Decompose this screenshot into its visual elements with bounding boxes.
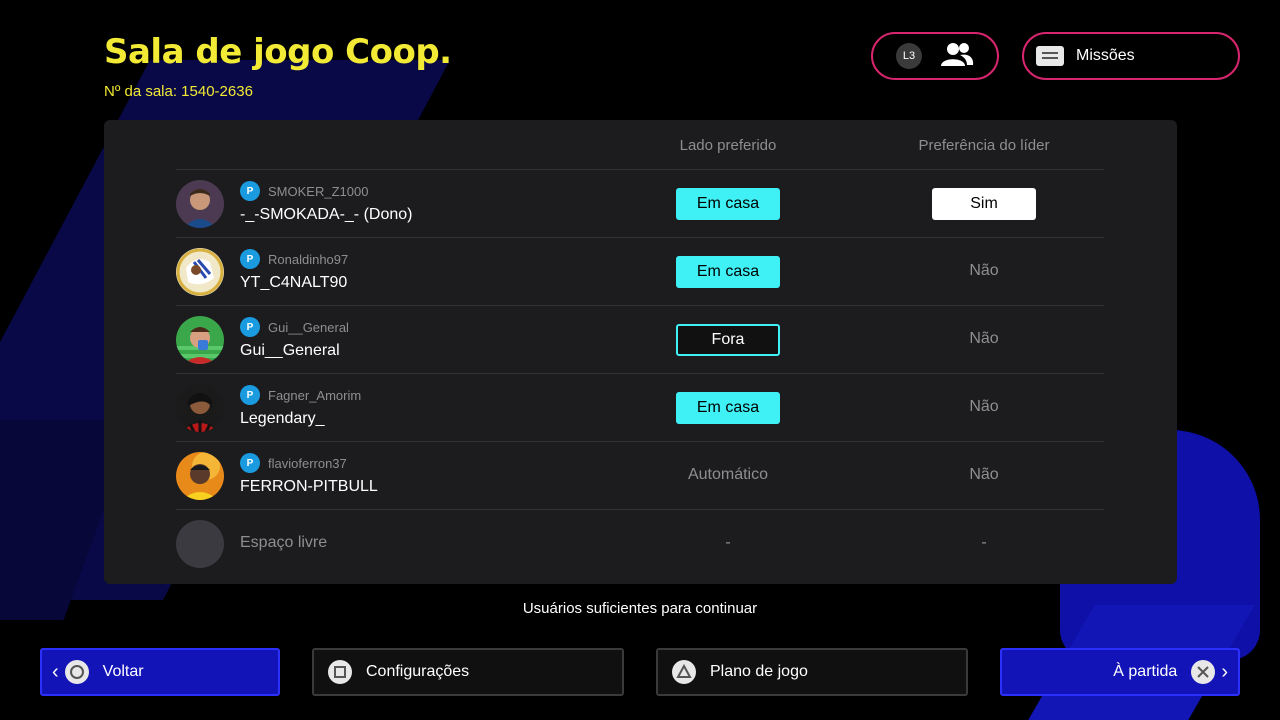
preferred-side-badge: Em casa bbox=[676, 188, 780, 220]
to-match-label: À partida bbox=[1113, 663, 1178, 680]
leader-preference-text: Não bbox=[969, 398, 999, 415]
playstation-icon: P bbox=[240, 453, 260, 473]
friends-icon bbox=[940, 41, 974, 72]
leader-preference-badge: Sim bbox=[932, 188, 1036, 220]
chevron-left-icon: ‹ bbox=[52, 660, 59, 683]
leader-preference-text: Não bbox=[969, 262, 999, 279]
avatar bbox=[176, 384, 224, 432]
column-header-leader: Preferência do líder bbox=[918, 137, 1050, 154]
player-row[interactable]: P Fagner_Amorim Legendary_ Em casa Não bbox=[176, 374, 1104, 442]
player-row[interactable]: P SMOKER_Z1000 -_-SMOKADA-_- (Dono) Em c… bbox=[176, 170, 1104, 238]
room-number: Nº da sala: 1540-2636 bbox=[104, 83, 253, 100]
free-slot-row[interactable]: Espaço livre - - bbox=[176, 510, 1104, 578]
preferred-side-text: - bbox=[725, 534, 731, 551]
leader-preference-text: Não bbox=[969, 330, 999, 347]
page-title: Sala de jogo Coop. bbox=[104, 32, 452, 72]
l3-button-icon: L3 bbox=[896, 43, 922, 69]
player-name: Legendary_ bbox=[240, 410, 325, 427]
game-plan-label: Plano de jogo bbox=[710, 663, 808, 680]
psn-id: Fagner_Amorim bbox=[268, 388, 362, 403]
psn-id: Ronaldinho97 bbox=[268, 252, 349, 267]
preferred-side-badge: Fora bbox=[676, 324, 780, 356]
game-plan-button[interactable]: Plano de jogo bbox=[656, 648, 968, 696]
cross-button-icon bbox=[1191, 660, 1216, 684]
player-row[interactable]: P Gui__General Gui__General Fora Não bbox=[176, 306, 1104, 374]
psn-id: Gui__General bbox=[268, 320, 349, 335]
player-row[interactable]: P Ronaldinho97 YT_C4NALT90 Em casa Não bbox=[176, 238, 1104, 306]
triangle-button-icon bbox=[672, 660, 696, 684]
to-match-button[interactable]: À partida › bbox=[1000, 648, 1240, 696]
preferred-side-badge: Em casa bbox=[676, 392, 780, 424]
psn-id: SMOKER_Z1000 bbox=[268, 184, 369, 199]
playstation-icon: P bbox=[240, 385, 260, 405]
avatar bbox=[176, 180, 224, 228]
player-row[interactable]: P flavioferron37 FERRON-PITBULL Automáti… bbox=[176, 442, 1104, 510]
back-label: Voltar bbox=[102, 663, 144, 680]
missions-icon bbox=[1036, 46, 1064, 66]
settings-label: Configurações bbox=[366, 663, 470, 680]
empty-avatar bbox=[176, 520, 224, 568]
back-button[interactable]: ‹ Voltar bbox=[40, 648, 280, 696]
chevron-right-icon: › bbox=[1221, 660, 1228, 683]
column-header-side: Lado preferido bbox=[679, 137, 777, 154]
leader-preference-text: - bbox=[981, 534, 987, 551]
circle-button-icon bbox=[64, 660, 89, 684]
player-name: Gui__General bbox=[240, 342, 340, 359]
missions-label: Missões bbox=[1076, 47, 1135, 64]
preferred-side-badge: Em casa bbox=[676, 256, 780, 288]
avatar bbox=[176, 248, 224, 296]
playstation-icon: P bbox=[240, 249, 260, 269]
square-button-icon bbox=[328, 660, 352, 684]
free-slot-label: Espaço livre bbox=[240, 534, 328, 551]
avatar bbox=[176, 316, 224, 364]
missions-button[interactable]: Missões bbox=[1022, 32, 1240, 80]
playstation-icon: P bbox=[240, 181, 260, 201]
leader-preference-text: Não bbox=[969, 466, 999, 483]
player-name: YT_C4NALT90 bbox=[240, 274, 348, 291]
settings-button[interactable]: Configurações bbox=[312, 648, 624, 696]
player-name: FERRON-PITBULL bbox=[240, 478, 378, 495]
preferred-side-text: Automático bbox=[687, 466, 769, 483]
friends-button[interactable]: L3 bbox=[871, 32, 999, 80]
psn-id: flavioferron37 bbox=[268, 456, 347, 471]
playstation-icon: P bbox=[240, 317, 260, 337]
avatar bbox=[176, 452, 224, 500]
status-message: Usuários suficientes para continuar bbox=[522, 600, 758, 617]
player-name: -_-SMOKADA-_- (Dono) bbox=[240, 206, 413, 223]
